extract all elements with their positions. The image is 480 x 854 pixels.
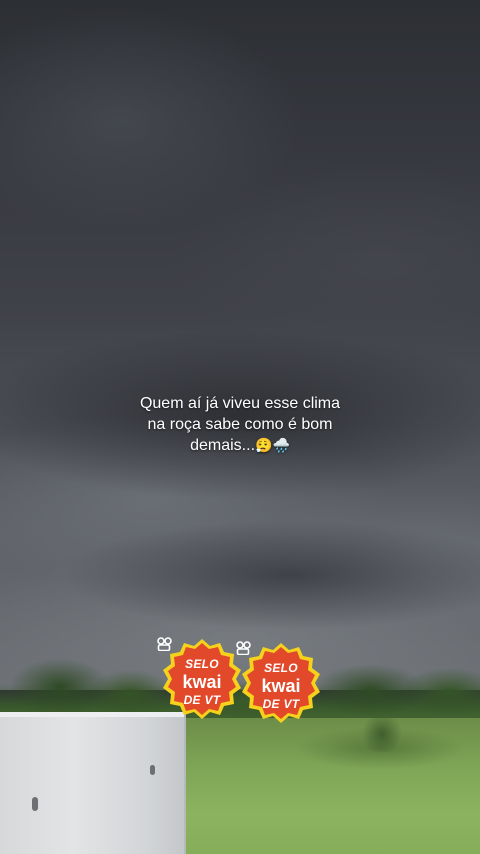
small-tree: [362, 712, 402, 752]
kwai-logo-icon: [236, 641, 251, 655]
badge-brand: kwai: [157, 637, 222, 692]
badge-bottom-label: DE VT: [262, 697, 300, 711]
video-caption: Quem aí já viveu esse clima na roça sabe…: [90, 393, 390, 457]
badge-text: SELO kwai DE VT: [157, 637, 247, 727]
concrete-wall: [0, 712, 186, 854]
caption-line-3: demais...😮‍💨🌧️: [90, 435, 390, 457]
caption-line-1: Quem aí já viveu esse clima: [139, 395, 341, 412]
selo-kwai-badge: SELO kwai DE VT: [236, 641, 326, 731]
selo-kwai-badge: SELO kwai DE VT: [157, 637, 247, 727]
wall-mark: [150, 765, 155, 775]
photo-scene: Quem aí já viveu esse clima na roça sabe…: [0, 0, 480, 854]
badge-top-label: SELO: [185, 657, 219, 671]
storm-cloud-lower: [60, 520, 480, 630]
badge-brand: kwai: [236, 641, 301, 696]
caption-emoji: 😮‍💨🌧️: [255, 438, 290, 454]
badge-brand-label: kwai: [182, 672, 222, 692]
badge-bottom-label: DE VT: [183, 693, 221, 707]
kwai-logo-icon: [157, 637, 172, 651]
badge-top-label: SELO: [264, 661, 298, 675]
badge-text: SELO kwai DE VT: [236, 641, 326, 731]
badge-brand-label: kwai: [261, 676, 301, 696]
caption-line-2: na roça sabe como é bom: [147, 416, 333, 433]
wall-mark: [32, 797, 38, 811]
caption-line-3-text: demais...: [190, 437, 256, 454]
